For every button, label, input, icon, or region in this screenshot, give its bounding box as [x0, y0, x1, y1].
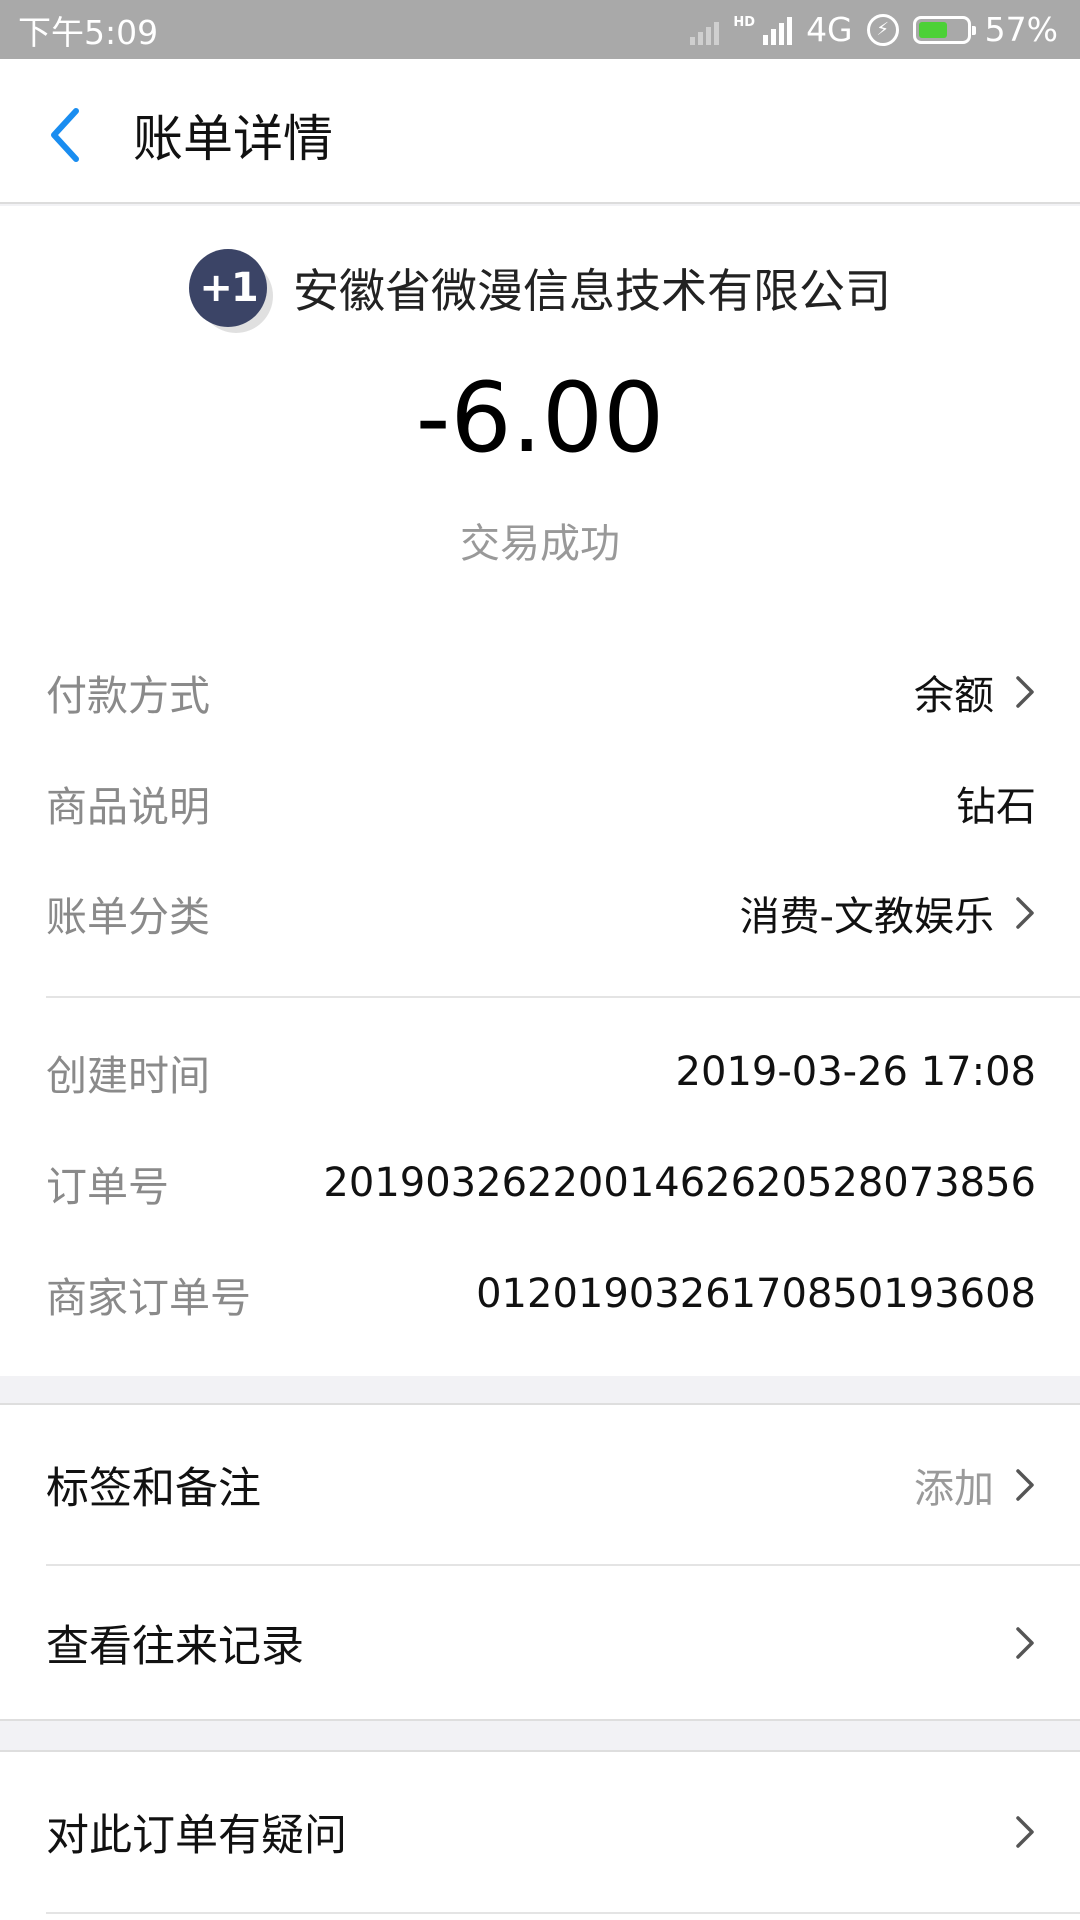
transaction-status: 交易成功 — [460, 521, 620, 567]
history-label: 查看往来记录 — [46, 1622, 304, 1672]
detail-value: 2019-03-26 17:08 — [675, 1049, 1036, 1095]
bill-summary: +1 安徽省微漫信息技术有限公司 -6.00 交易成功 付款方式 余额 商品说明… — [0, 206, 1080, 1376]
detail-row-created-time: 创建时间 2019-03-26 17:08 — [46, 1042, 1036, 1102]
status-icons: HD 4G ⚡ 57% — [690, 10, 1058, 49]
add-tag-link: 添加 — [914, 1466, 994, 1512]
detail-label: 创建时间 — [46, 1052, 210, 1100]
status-bar: 下午5:09 HD 4G ⚡ 57% — [0, 0, 1080, 59]
detail-value: 钻石 — [956, 784, 1036, 830]
chevron-right-icon — [1016, 897, 1034, 929]
merchant-name: 安徽省微漫信息技术有限公司 — [293, 264, 891, 318]
hd-badge: HD — [733, 15, 756, 30]
signal-weak-icon — [690, 15, 720, 45]
question-section: 对此订单有疑问 — [0, 1750, 1080, 1920]
detail-label: 订单号 — [46, 1163, 169, 1211]
view-history-row[interactable]: 查看往来记录 — [46, 1563, 1036, 1723]
tags-and-notes-row[interactable]: 标签和备注 添加 — [46, 1405, 1036, 1565]
page-title: 账单详情 — [133, 110, 333, 168]
detail-label: 付款方式 — [46, 672, 210, 720]
merchant-logo: +1 — [189, 249, 267, 327]
order-question-row[interactable]: 对此订单有疑问 — [46, 1752, 1036, 1912]
detail-label: 商家订单号 — [46, 1274, 251, 1322]
battery-icon — [912, 15, 976, 44]
app-header: 账单详情 — [0, 59, 1080, 204]
transaction-amount: -6.00 — [415, 362, 665, 474]
detail-row-merchant-order-number: 商家订单号 01201903261708501936​08 — [46, 1264, 1036, 1324]
detail-label: 商品说明 — [46, 783, 210, 831]
battery-percent: 57% — [984, 10, 1058, 49]
back-arrow-icon[interactable] — [46, 105, 86, 165]
status-time: 下午5:09 — [18, 12, 159, 52]
detail-row-payment-method[interactable]: 付款方式 余额 — [46, 662, 1036, 722]
detail-label: 账单分类 — [46, 893, 210, 941]
detail-value: 20190326220014626205280738​56 — [323, 1160, 1036, 1206]
detail-row-order-number: 订单号 20190326220014626205280738​56 — [46, 1153, 1036, 1213]
tags-label: 标签和备注 — [46, 1464, 261, 1514]
question-label: 对此订单有疑问 — [46, 1811, 347, 1861]
chevron-right-icon — [1016, 676, 1034, 708]
merchant-row: +1 安徽省微漫信息技术有限公司 — [0, 248, 1080, 328]
bill-detail-screen: 下午5:09 HD 4G ⚡ 57% 账单详情 +1 安徽省微漫信息技术有限公司… — [0, 0, 1080, 1920]
power-saving-icon: ⚡ — [866, 13, 899, 46]
detail-row-product: 商品说明 钻石 — [46, 773, 1036, 833]
chevron-right-icon — [1016, 1469, 1034, 1501]
detail-value: 消费-文教娱乐 — [739, 894, 994, 940]
chevron-right-icon — [1016, 1627, 1034, 1659]
detail-row-category[interactable]: 账单分类 消费-文教娱乐 — [46, 883, 1036, 943]
detail-value: 余额 — [914, 673, 994, 719]
signal-icon — [763, 15, 793, 45]
detail-value: 01201903261708501936​08 — [476, 1271, 1036, 1317]
actions-section: 标签和备注 添加 查看往来记录 — [0, 1403, 1080, 1721]
divider — [46, 996, 1080, 998]
divider — [46, 1912, 1080, 1914]
chevron-right-icon — [1016, 1816, 1034, 1848]
network-type: 4G — [806, 10, 853, 49]
